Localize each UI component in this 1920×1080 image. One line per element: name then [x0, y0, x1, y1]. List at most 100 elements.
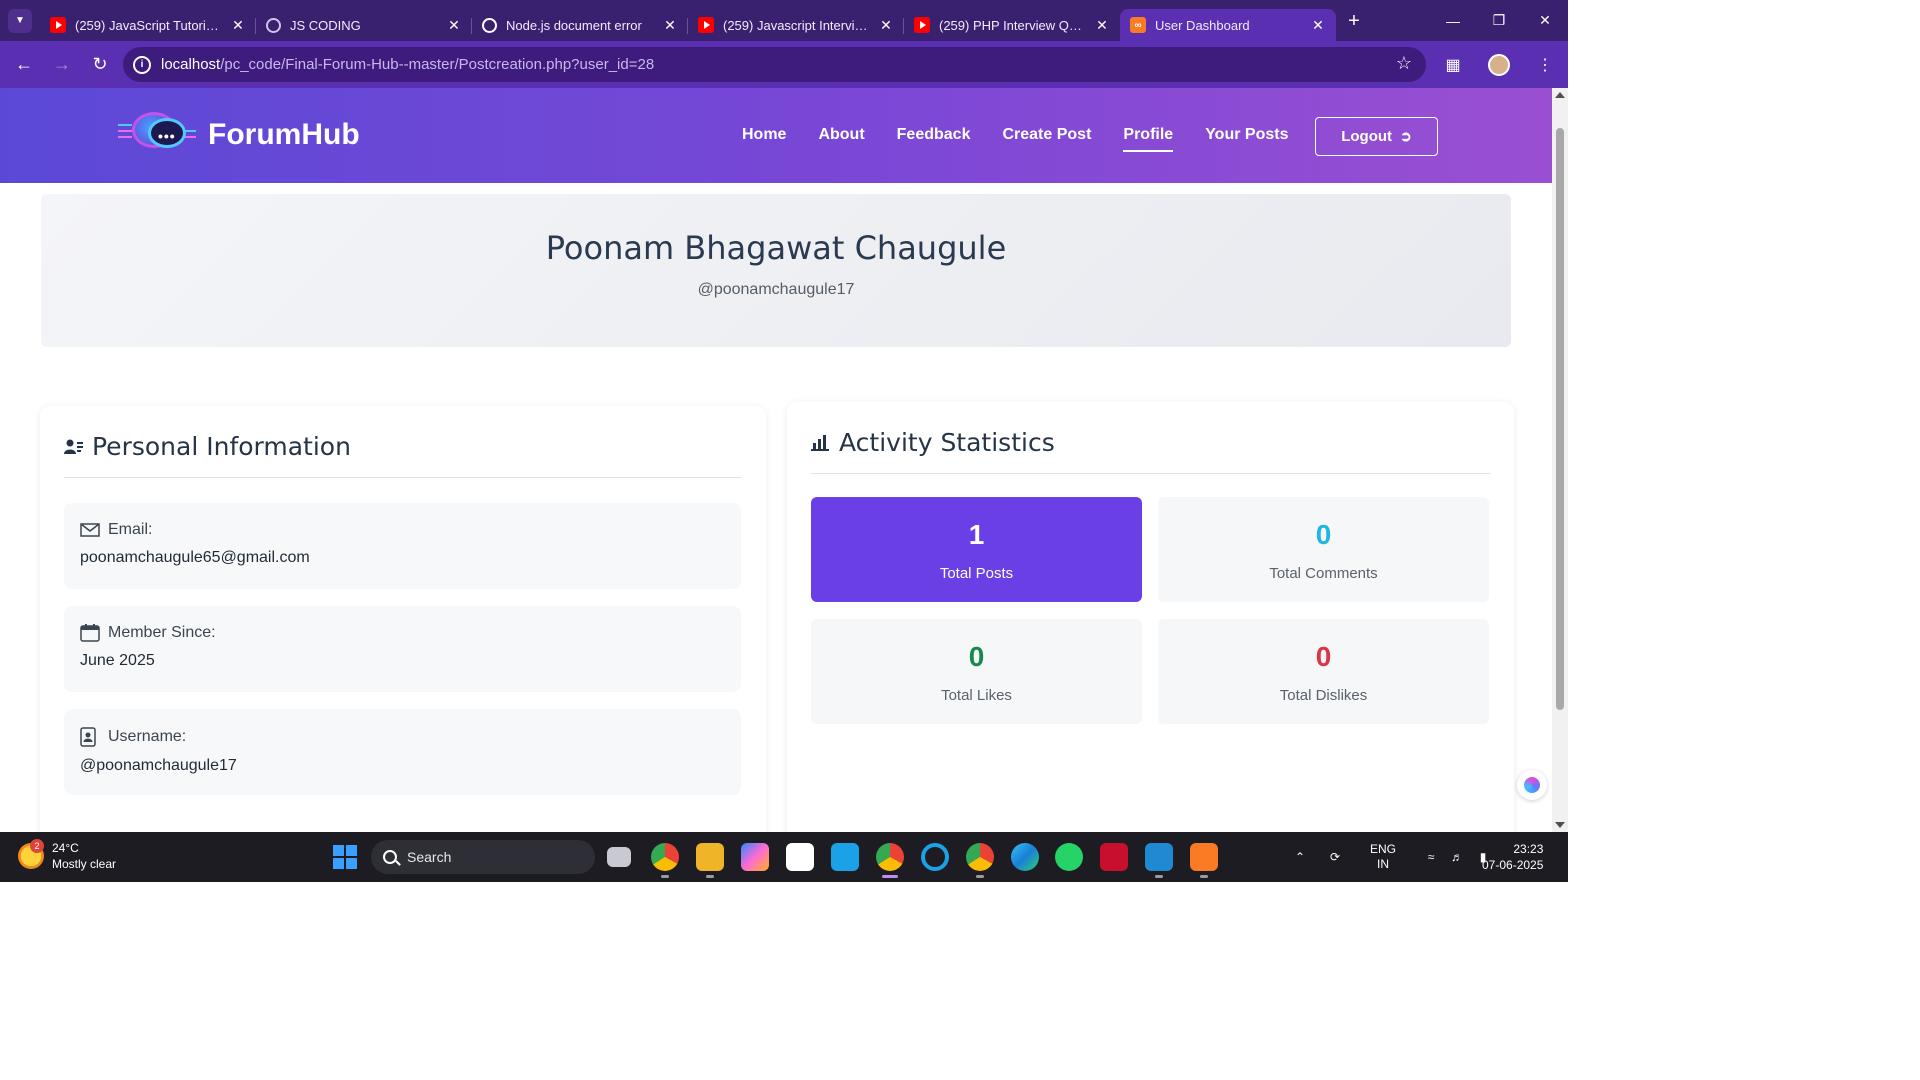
minimize-icon[interactable]: — [1430, 0, 1476, 41]
browser-tab[interactable]: (259) JavaScript Tutorial In ✕ [40, 9, 256, 41]
chatgpt-icon [482, 17, 497, 33]
browser-tab-active[interactable]: ∞ User Dashboard ✕ [1120, 9, 1336, 41]
ai-assistant-widget[interactable] [1517, 770, 1547, 800]
sync-icon[interactable]: ⟳ [1324, 850, 1346, 864]
address-bar[interactable]: i localhost/pc_code/Final-Forum-Hub--mas… [123, 47, 1426, 82]
time: 23:23 [1513, 842, 1544, 856]
brand[interactable]: ••• ForumHub [118, 108, 360, 162]
nav-link-home[interactable]: Home [742, 126, 786, 152]
forward-arrow-icon[interactable]: → [44, 47, 80, 83]
running-indicator [706, 875, 714, 878]
stat-label: Total Posts [939, 565, 1014, 582]
window-controls: — ❐ ✕ [1430, 0, 1568, 41]
close-icon[interactable]: ✕ [1310, 17, 1326, 33]
personal-info-heading: Personal Information [92, 432, 351, 461]
reload-icon[interactable]: ↻ [82, 47, 118, 83]
scrollbar-thumb[interactable] [1556, 128, 1564, 710]
chrome-active-icon[interactable] [876, 843, 904, 871]
search-placeholder: Search [407, 849, 452, 865]
restore-icon[interactable]: ❐ [1476, 0, 1522, 41]
vscode-icon[interactable] [1145, 843, 1173, 871]
copilot-icon[interactable] [741, 843, 769, 871]
running-indicator [661, 875, 669, 878]
close-icon[interactable]: ✕ [662, 17, 678, 33]
task-view-icon[interactable] [607, 847, 631, 867]
weather-text: 24°C Mostly clear [52, 840, 116, 872]
region-code: IN [1377, 857, 1389, 871]
whatsapp-icon[interactable] [1055, 843, 1083, 871]
weather-widget[interactable]: 2 24°C Mostly clear [18, 839, 116, 872]
file-explorer-icon[interactable] [696, 843, 724, 871]
edge-icon[interactable] [1011, 843, 1039, 871]
email-label-row: Email: [80, 521, 725, 539]
divider [64, 477, 741, 478]
chrome-profile-icon[interactable] [651, 843, 679, 871]
logout-button[interactable]: Logout ➲ [1315, 117, 1438, 156]
clock[interactable]: 23:23 07-06-2025 [1482, 841, 1543, 873]
browser-tab[interactable]: (259) PHP Interview Questi ✕ [904, 9, 1120, 41]
mcafee-icon[interactable] [1100, 843, 1128, 871]
bar-chart-icon [811, 434, 831, 451]
scroll-down-arrow-icon[interactable] [1555, 822, 1565, 828]
running-indicator [976, 875, 984, 878]
scroll-up-arrow-icon[interactable] [1555, 92, 1565, 98]
logo-dots: ••• [158, 128, 176, 144]
profile-avatar[interactable] [1488, 53, 1510, 76]
microsoft-store-icon[interactable] [786, 843, 814, 871]
browser-tab[interactable]: Node.js document error ✕ [472, 9, 688, 41]
language-indicator[interactable]: ENG IN [1370, 842, 1396, 872]
youtube-icon [698, 17, 714, 33]
tab-title: (259) JavaScript Tutorial In [75, 17, 224, 33]
wifi-icon[interactable]: ≈ [1420, 850, 1442, 864]
site-info-icon[interactable]: i [133, 55, 151, 74]
close-icon[interactable]: ✕ [230, 17, 246, 33]
cortana-icon[interactable] [921, 843, 949, 871]
profile-full-name: Poonam Bhagawat Chaugule [545, 229, 1007, 267]
browser-tab[interactable]: (259) Javascript Interview C ✕ [688, 9, 904, 41]
calendar-icon [80, 624, 100, 642]
close-icon[interactable]: ✕ [1094, 17, 1110, 33]
activity-stats-title: Activity Statistics [811, 428, 1055, 457]
nav-link-feedback[interactable]: Feedback [897, 126, 971, 152]
extensions-puzzle-icon[interactable]: ▦ [1430, 55, 1476, 75]
close-icon[interactable]: ✕ [446, 17, 462, 33]
browser-tab-bar: ▼ (259) JavaScript Tutorial In ✕ JS CODI… [0, 0, 1568, 41]
id-badge-icon [80, 727, 100, 747]
lms-l-icon[interactable] [831, 843, 859, 871]
close-icon[interactable]: ✕ [878, 17, 894, 33]
active-indicator [882, 875, 898, 878]
running-indicator [1155, 875, 1163, 878]
tab-title: Node.js document error [506, 17, 642, 33]
nav-link-your-posts[interactable]: Your Posts [1205, 126, 1288, 152]
nav-link-profile[interactable]: Profile [1123, 126, 1174, 152]
divider [811, 473, 1490, 474]
tab-search-chevron-icon[interactable]: ▼ [8, 8, 32, 33]
activity-stats-heading: Activity Statistics [839, 428, 1055, 457]
member-since-label-row: Member Since: [80, 624, 725, 642]
taskbar-search[interactable]: Search [371, 840, 595, 874]
xampp-icon[interactable] [1190, 843, 1218, 871]
back-arrow-icon[interactable]: ← [6, 47, 42, 83]
stat-total-dislikes: 0 Total Dislikes [1158, 619, 1489, 724]
close-window-icon[interactable]: ✕ [1522, 0, 1568, 41]
browser-tab[interactable]: JS CODING ✕ [256, 9, 472, 41]
stat-label: Total Likes [941, 687, 1012, 704]
windows-start-icon[interactable] [333, 845, 357, 869]
bookmark-star-icon[interactable]: ☆ [1396, 53, 1412, 74]
sign-out-icon: ➲ [1400, 128, 1412, 144]
toolbar-actions: ▦ ⋮ [1430, 41, 1568, 88]
nav-link-create-post[interactable]: Create Post [1002, 126, 1091, 152]
email-item: Email: poonamchaugule65@gmail.com [64, 503, 741, 589]
username-label-row: Username: [80, 727, 725, 747]
chevron-up-icon[interactable]: ⌃ [1290, 850, 1310, 864]
page-scrollbar[interactable] [1552, 88, 1568, 832]
kebab-menu-icon[interactable]: ⋮ [1522, 55, 1568, 75]
brand-name: ForumHub [208, 118, 360, 151]
new-tab-plus-icon[interactable]: + [1340, 8, 1368, 36]
volume-icon[interactable]: ♬ [1446, 850, 1468, 864]
system-tray: ⌃ ⟳ ENG IN ≈ ♬ ▮ [1290, 832, 1494, 882]
chrome-profile-icon[interactable] [966, 843, 994, 871]
windows-taskbar: 2 24°C Mostly clear Search ⌃ ⟳ ENG IN ≈ … [0, 832, 1568, 882]
nav-link-about[interactable]: About [818, 126, 864, 152]
weather-sun-icon: 2 [18, 839, 44, 869]
